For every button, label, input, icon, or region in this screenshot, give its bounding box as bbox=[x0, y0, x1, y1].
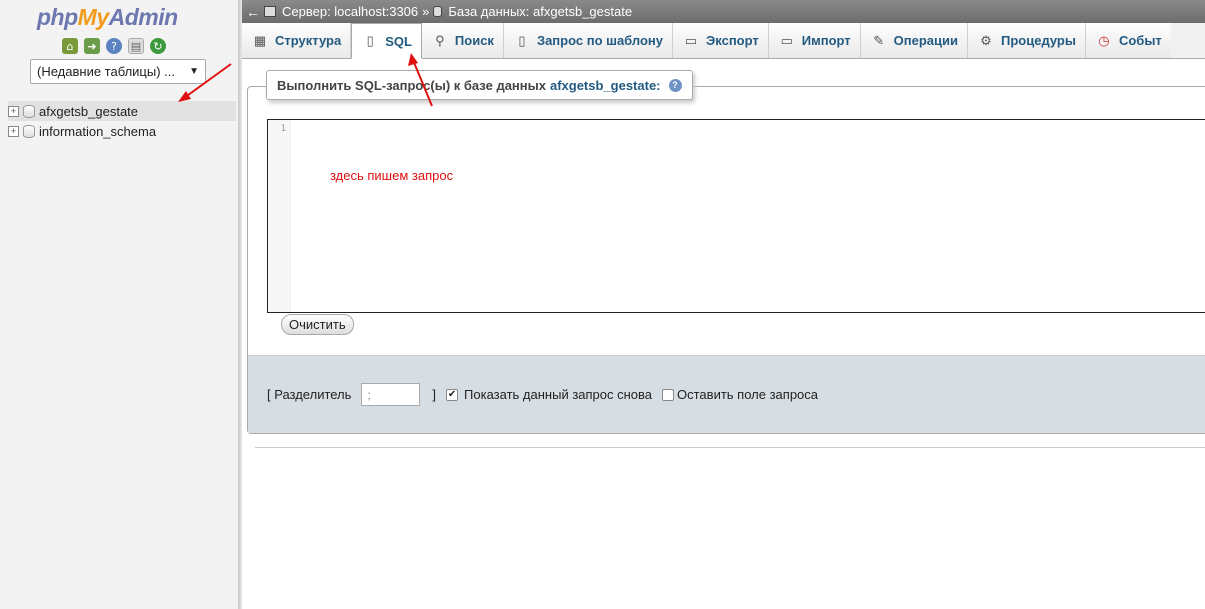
sql-icon: ▯ bbox=[366, 33, 374, 48]
database-icon bbox=[433, 6, 443, 17]
database-icon bbox=[23, 104, 35, 118]
database-label[interactable]: База данных: afxgetsb_gestate bbox=[448, 4, 632, 19]
tab-label: SQL bbox=[385, 33, 412, 49]
annotation-note: здесь пишем запрос bbox=[330, 168, 454, 183]
delimiter-input[interactable] bbox=[361, 383, 421, 406]
import-icon: ▭ bbox=[780, 32, 793, 48]
help-icon[interactable]: ? bbox=[106, 38, 122, 54]
server-label[interactable]: Сервер: localhost:3306 bbox=[282, 4, 418, 19]
nav-icon-bar: ⌂ ➜ ? ▤ ↻ bbox=[62, 38, 166, 54]
retain-box-label[interactable]: Оставить поле запроса bbox=[677, 387, 818, 402]
tab-label: Операции bbox=[893, 33, 958, 48]
show-query-checkbox[interactable]: ✔ bbox=[446, 388, 459, 401]
retain-box-checkbox[interactable] bbox=[662, 388, 675, 401]
navigation-panel: phpMyAdmin ⌂ ➜ ? ▤ ↻ (Недавние таблицы) … bbox=[0, 0, 238, 609]
structure-icon: ▦ bbox=[253, 32, 267, 48]
tab-export[interactable]: ▭ Экспорт bbox=[673, 23, 769, 58]
sql-legend: Выполнить SQL-запрос(ы) к базе данных af… bbox=[266, 70, 693, 100]
line-number: 1 bbox=[268, 120, 291, 312]
tab-label: Поиск bbox=[454, 33, 494, 48]
db-item-afxgetsb-gestate[interactable]: + afxgetsb_gestate bbox=[8, 101, 236, 121]
breadcrumb: ← Сервер: localhost:3306 » База данных: … bbox=[242, 0, 1205, 23]
recent-tables-select[interactable]: (Недавние таблицы) ... ▼ bbox=[30, 59, 206, 84]
breadcrumb-server[interactable]: Сервер: localhost:3306 bbox=[264, 4, 418, 19]
db-item-information-schema[interactable]: + information_schema bbox=[8, 121, 156, 141]
nav-resizer[interactable] bbox=[238, 0, 242, 609]
divider bbox=[255, 447, 1205, 448]
query-options: [ Разделитель ] ✔ Показать данный запрос… bbox=[267, 383, 818, 406]
server-icon bbox=[264, 6, 276, 17]
tab-import[interactable]: ▭ Импорт bbox=[768, 23, 861, 58]
query-icon: ▯ bbox=[518, 32, 526, 48]
tab-search[interactable]: ⚲ Поиск bbox=[421, 23, 504, 58]
tab-structure[interactable]: ▦ Структура bbox=[242, 23, 352, 58]
tab-label: Экспорт bbox=[706, 33, 759, 48]
sql-editor[interactable]: 1 здесь пишем запрос bbox=[267, 119, 1205, 313]
delimiter-label: [ Разделитель bbox=[267, 387, 352, 402]
expand-icon[interactable]: + bbox=[8, 105, 19, 117]
logo-my: My bbox=[77, 4, 109, 30]
expand-icon[interactable]: + bbox=[8, 125, 19, 137]
tab-bar: ▦ Структура ▯ SQL ⚲ Поиск ▯ Запрос по шаблон… bbox=[242, 23, 1205, 59]
tab-label: Структура bbox=[275, 33, 342, 48]
logo-php: php bbox=[37, 4, 78, 30]
delimiter-bracket: ] bbox=[432, 387, 437, 402]
phpmyadmin-logo[interactable]: phpMyAdmin bbox=[37, 4, 178, 31]
show-query-label[interactable]: Показать данный запрос снова bbox=[464, 387, 652, 402]
collapse-nav-arrow-icon[interactable]: ← bbox=[242, 4, 264, 20]
wrench-icon: ✎ bbox=[873, 32, 885, 48]
tab-operations[interactable]: ✎ Операции bbox=[860, 23, 968, 58]
tab-label: Импорт bbox=[801, 33, 851, 48]
legend-db-name: afxgetsb_gestate: bbox=[549, 77, 661, 93]
home-icon[interactable]: ⌂ bbox=[62, 38, 78, 54]
tab-routines[interactable]: ⚙ Процедуры bbox=[968, 23, 1086, 58]
clock-icon: ◷ bbox=[1098, 32, 1110, 48]
logout-icon[interactable]: ➜ bbox=[84, 38, 100, 54]
recent-tables-label: (Недавние таблицы) ... bbox=[37, 64, 175, 79]
tab-label: Процедуры bbox=[1001, 33, 1076, 48]
docs-icon[interactable]: ▤ bbox=[128, 38, 144, 54]
db-name[interactable]: afxgetsb_gestate bbox=[39, 104, 138, 119]
export-icon: ▭ bbox=[684, 32, 698, 48]
chevron-down-icon: ▼ bbox=[189, 66, 199, 77]
tab-sql[interactable]: ▯ SQL bbox=[351, 23, 422, 59]
clear-button[interactable]: Очистить bbox=[281, 314, 354, 335]
tab-events[interactable]: ◷ Событ bbox=[1085, 23, 1171, 58]
search-icon: ⚲ bbox=[435, 32, 445, 48]
tab-label: Событ bbox=[1118, 33, 1162, 48]
database-icon bbox=[23, 124, 35, 138]
routines-icon: ⚙ bbox=[980, 32, 992, 48]
logo-admin: Admin bbox=[108, 4, 179, 30]
breadcrumb-database[interactable]: База данных: afxgetsb_gestate bbox=[433, 4, 632, 19]
help-icon[interactable]: ? bbox=[668, 78, 682, 92]
tab-label: Запрос по шаблону bbox=[536, 33, 664, 48]
tab-query[interactable]: ▯ Запрос по шаблону bbox=[503, 23, 674, 58]
breadcrumb-separator: » bbox=[422, 4, 430, 19]
legend-text: Выполнить SQL-запрос(ы) к базе данных bbox=[277, 77, 546, 93]
db-name[interactable]: information_schema bbox=[39, 124, 156, 139]
reload-icon[interactable]: ↻ bbox=[150, 38, 166, 54]
